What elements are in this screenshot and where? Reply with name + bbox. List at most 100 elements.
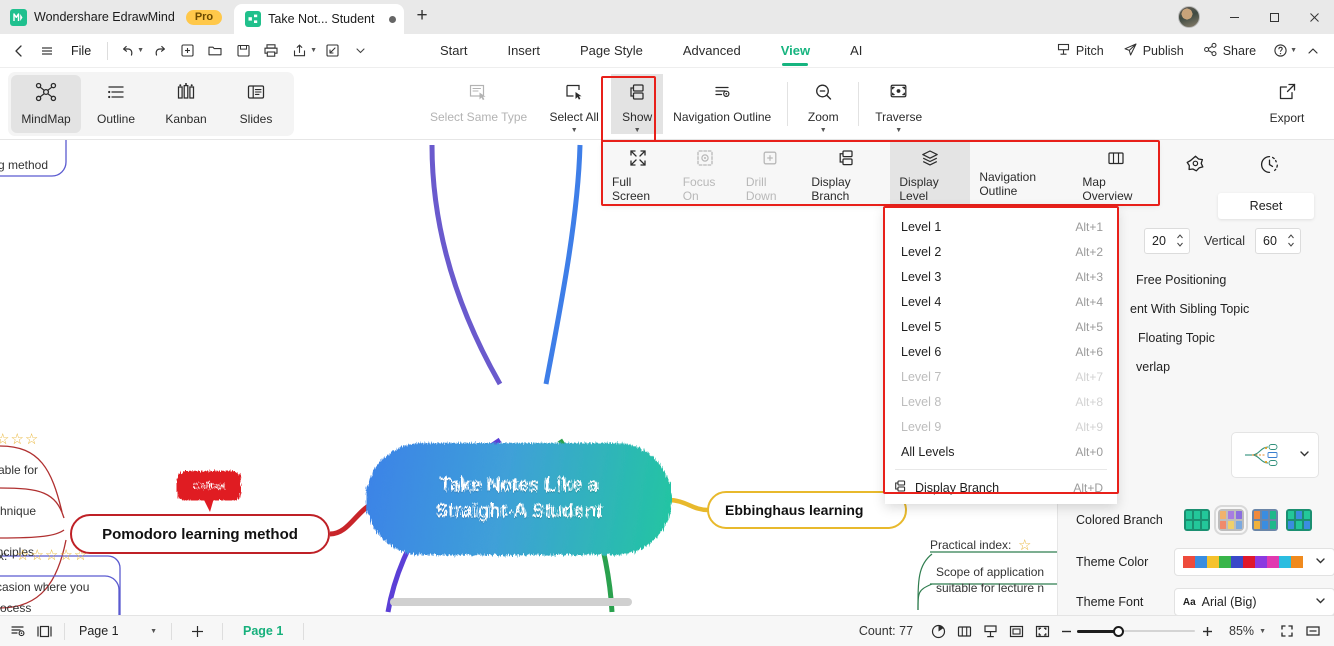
hamburger-menu-icon[interactable]: [34, 38, 60, 64]
horizontal-scrollbar[interactable]: [390, 598, 632, 606]
add-page-button[interactable]: [179, 616, 215, 646]
open-folder-icon[interactable]: [202, 38, 228, 64]
maximize-button[interactable]: [1254, 0, 1294, 34]
branch-swatch-1[interactable]: [1184, 509, 1210, 531]
menu-item-level-1[interactable]: Level 1 Alt+1: [885, 214, 1117, 239]
outline-pin-icon[interactable]: [5, 616, 31, 646]
branch-swatch-2[interactable]: [1214, 505, 1248, 535]
publish-button[interactable]: Publish: [1115, 38, 1192, 64]
zoom-slider-knob[interactable]: [1113, 625, 1125, 637]
view-mode-kanban[interactable]: Kanban: [151, 75, 221, 133]
select-same-type-button[interactable]: Select Same Type: [420, 74, 537, 134]
layout-style-selector[interactable]: [1231, 432, 1319, 478]
navigation-outline-flyout-button[interactable]: Navigation Outline: [970, 142, 1073, 198]
zoom-out-button[interactable]: [1055, 616, 1077, 646]
full-screen-button[interactable]: Full Screen: [603, 142, 674, 203]
horizontal-spacing-input[interactable]: 20: [1144, 228, 1190, 254]
theme-color-select[interactable]: [1173, 548, 1334, 576]
tab-start[interactable]: Start: [420, 34, 487, 68]
fullscreen-icon[interactable]: [1274, 616, 1300, 646]
page-select[interactable]: Page 1 ▼: [72, 624, 164, 638]
avatar[interactable]: [1178, 6, 1200, 28]
stepper-arrows-icon[interactable]: [1287, 232, 1295, 249]
help-caret-icon[interactable]: ▼: [1289, 47, 1297, 54]
view-mode-outline[interactable]: Outline: [81, 75, 151, 133]
tab-insert[interactable]: Insert: [487, 34, 560, 68]
view-mode-slides[interactable]: Slides: [221, 75, 291, 133]
branch-swatch-3[interactable]: [1252, 509, 1278, 531]
theme-font-select[interactable]: Aa Arial (Big): [1173, 588, 1334, 616]
file-menu-button[interactable]: File: [62, 44, 100, 58]
chevron-down-icon[interactable]: [1299, 448, 1310, 462]
menu-item-level-6[interactable]: Level 6 Alt+6: [885, 339, 1117, 364]
vertical-spacing-input[interactable]: 60: [1255, 228, 1301, 254]
minimize-button[interactable]: [1214, 0, 1254, 34]
show-button[interactable]: Show ▼: [611, 73, 664, 134]
share-button[interactable]: Share: [1195, 38, 1264, 64]
topic-pomodoro[interactable]: Pomodoro learning method: [70, 514, 330, 554]
import-icon[interactable]: [319, 38, 345, 64]
new-tab-button[interactable]: +: [404, 6, 439, 28]
frame-icon[interactable]: [1003, 616, 1029, 646]
pitch-button[interactable]: Pitch: [1048, 38, 1112, 64]
select-all-button[interactable]: Select All ▼: [537, 74, 611, 134]
tab-page-style[interactable]: Page Style: [560, 34, 663, 68]
navigation-outline-button[interactable]: Navigation Outline: [663, 74, 781, 134]
chevron-down-icon[interactable]: ▼: [895, 127, 902, 134]
clock-dash-icon[interactable]: [1255, 150, 1283, 178]
chevron-down-icon[interactable]: [1315, 555, 1326, 569]
print-icon[interactable]: [258, 38, 284, 64]
collapse-ribbon-icon[interactable]: [1300, 38, 1326, 64]
display-level-button[interactable]: Display Level ▼: [890, 142, 971, 214]
reset-button[interactable]: Reset: [1218, 193, 1314, 219]
undo-caret-icon[interactable]: ▼: [136, 47, 144, 54]
zoom-slider[interactable]: [1077, 616, 1196, 646]
pie-icon[interactable]: [925, 616, 951, 646]
split-icon[interactable]: [1300, 616, 1326, 646]
document-tab[interactable]: Take Not... Student: [234, 4, 405, 34]
topic-ebbinghaus[interactable]: Ebbinghaus learning: [707, 491, 907, 529]
tab-ai[interactable]: AI: [830, 34, 882, 68]
chevron-down-icon[interactable]: ▼: [820, 127, 827, 134]
zoom-in-button[interactable]: [1195, 616, 1219, 646]
page-tab-1[interactable]: Page 1: [230, 624, 296, 638]
book-icon[interactable]: [951, 616, 977, 646]
back-icon[interactable]: [6, 38, 32, 64]
fit-icon[interactable]: [1029, 616, 1055, 646]
central-topic[interactable]: Take Notes Like a Straight-A Student: [366, 443, 672, 555]
export-caret-icon[interactable]: ▼: [309, 47, 317, 54]
chevron-down-icon[interactable]: ▼: [150, 628, 157, 635]
menu-item-display-branch[interactable]: Display Branch Alt+D: [885, 475, 1117, 500]
panel-icon[interactable]: [31, 616, 57, 646]
save-icon[interactable]: [230, 38, 256, 64]
chevron-down-icon[interactable]: ▼: [1259, 628, 1266, 635]
export-button[interactable]: Export: [1250, 74, 1324, 132]
menu-item-level-5[interactable]: Level 5 Alt+5: [885, 314, 1117, 339]
callout-badge[interactable]: Callout: [177, 471, 241, 501]
flower-icon[interactable]: [1182, 150, 1210, 178]
focus-on-button[interactable]: Focus On: [674, 142, 737, 203]
traverse-button[interactable]: Traverse ▼: [865, 74, 932, 134]
zoom-button[interactable]: Zoom ▼: [794, 74, 852, 134]
menu-item-level-4[interactable]: Level 4 Alt+4: [885, 289, 1117, 314]
map-overview-button[interactable]: Map Overview: [1073, 142, 1158, 203]
chevron-down-icon[interactable]: [1315, 595, 1326, 609]
more-caret-icon[interactable]: [347, 38, 373, 64]
tab-view[interactable]: View: [761, 34, 830, 68]
chevron-down-icon[interactable]: ▼: [571, 127, 578, 134]
chevron-down-icon[interactable]: ▼: [634, 127, 641, 134]
menu-item-level-2[interactable]: Level 2 Alt+2: [885, 239, 1117, 264]
display-branch-button[interactable]: Display Branch: [802, 142, 890, 203]
redo-icon[interactable]: [146, 38, 172, 64]
color-swatch: [1206, 556, 1219, 568]
menu-item-level-3[interactable]: Level 3 Alt+3: [885, 264, 1117, 289]
pitch-icon[interactable]: [977, 616, 1003, 646]
branch-swatch-4[interactable]: [1286, 509, 1312, 531]
close-button[interactable]: [1294, 0, 1334, 34]
view-mode-mindmap[interactable]: MindMap: [11, 74, 81, 133]
menu-item-all-levels[interactable]: All Levels Alt+0: [885, 439, 1117, 464]
drill-down-button[interactable]: Drill Down: [737, 142, 802, 203]
stepper-arrows-icon[interactable]: [1176, 232, 1184, 249]
new-file-icon[interactable]: [174, 38, 200, 64]
tab-advanced[interactable]: Advanced: [663, 34, 761, 68]
